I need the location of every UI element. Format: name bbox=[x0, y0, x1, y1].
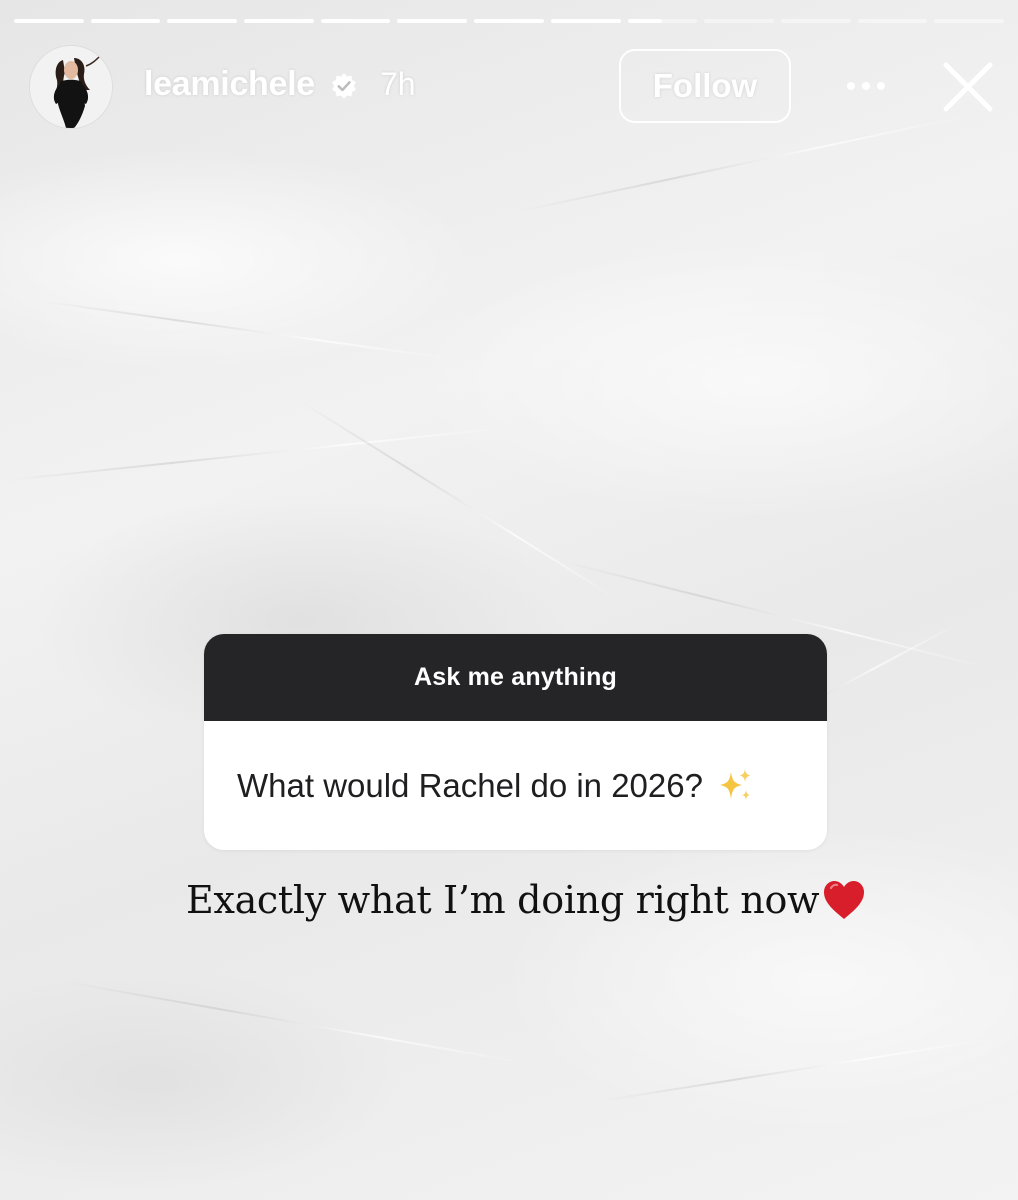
progress-segment-fill bbox=[474, 19, 544, 23]
question-sticker-body: What would Rachel do in 2026? bbox=[204, 721, 827, 850]
question-sticker[interactable]: Ask me anything What would Rachel do in … bbox=[204, 634, 827, 850]
username[interactable]: leamichele bbox=[144, 65, 315, 104]
post-time: 7h bbox=[380, 66, 416, 102]
progress-segment bbox=[934, 19, 1004, 23]
paper-texture bbox=[39, 300, 457, 361]
story-viewer[interactable]: leamichele 7h Follow Ask me anything Wha… bbox=[0, 0, 1018, 1200]
progress-segment bbox=[14, 19, 84, 23]
more-options-icon[interactable] bbox=[842, 72, 890, 100]
progress-segment bbox=[397, 19, 468, 23]
paper-texture bbox=[0, 425, 518, 482]
progress-segment bbox=[704, 19, 774, 23]
progress-segment-fill bbox=[167, 19, 238, 23]
verified-badge-icon bbox=[332, 73, 356, 99]
story-header: leamichele 7h Follow bbox=[0, 40, 1018, 140]
story-progress-bar bbox=[14, 19, 1004, 23]
progress-segment bbox=[244, 19, 314, 23]
progress-segment bbox=[627, 19, 698, 23]
paper-texture bbox=[599, 1037, 996, 1102]
follow-button[interactable]: Follow bbox=[619, 49, 791, 123]
progress-segment-fill bbox=[320, 19, 391, 23]
question-sticker-header: Ask me anything bbox=[204, 634, 827, 721]
progress-segment bbox=[167, 19, 238, 23]
progress-segment-fill bbox=[14, 19, 84, 23]
progress-segment-fill bbox=[90, 19, 161, 23]
progress-segment bbox=[857, 19, 928, 23]
progress-segment bbox=[320, 19, 391, 23]
avatar[interactable] bbox=[30, 46, 112, 128]
sparkles-icon bbox=[719, 768, 751, 800]
red-heart-icon bbox=[824, 881, 865, 919]
progress-segment-fill bbox=[397, 19, 468, 23]
progress-segment-fill bbox=[627, 19, 663, 23]
paper-texture bbox=[59, 980, 533, 1066]
profile-avatar-image bbox=[30, 46, 112, 128]
question-text: What would Rachel do in 2026? bbox=[237, 766, 703, 804]
answer-text-block: Exactly what I’m doing right now bbox=[186, 878, 867, 922]
progress-segment bbox=[90, 19, 161, 23]
progress-segment bbox=[780, 19, 851, 23]
close-icon[interactable] bbox=[938, 57, 998, 117]
progress-segment-fill bbox=[244, 19, 314, 23]
progress-segment bbox=[550, 19, 621, 23]
progress-segment-fill bbox=[550, 19, 621, 23]
answer-text: Exactly what I’m doing right now bbox=[186, 878, 820, 922]
progress-segment bbox=[474, 19, 544, 23]
